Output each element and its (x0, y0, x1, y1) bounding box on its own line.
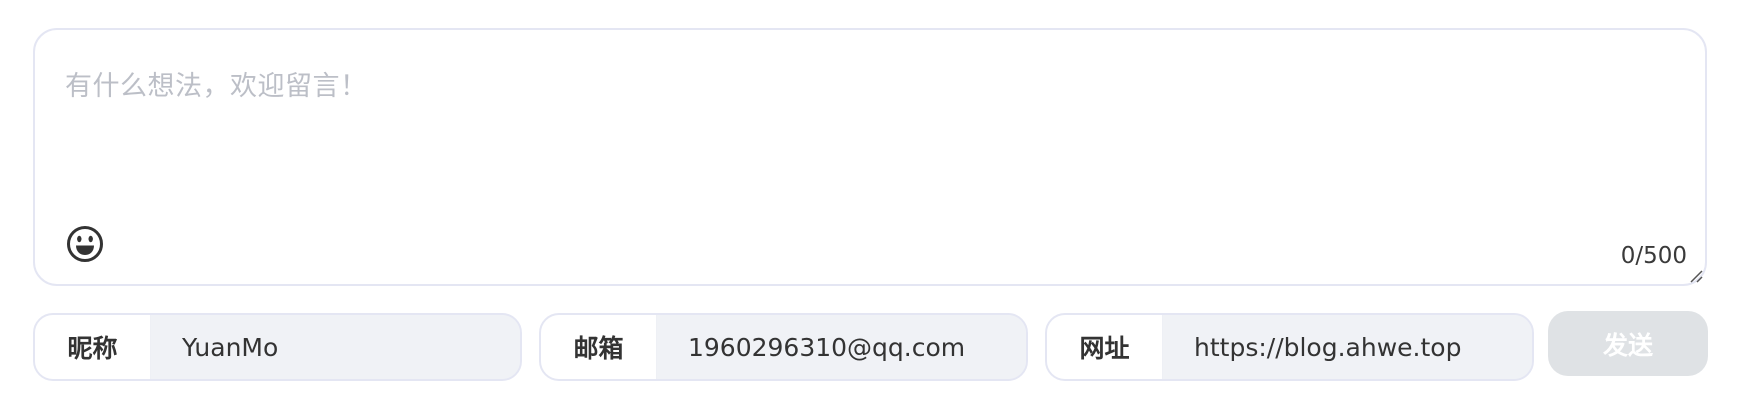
nickname-input[interactable]: YuanMo (151, 315, 520, 379)
website-label: 网址 (1047, 315, 1163, 379)
email-input[interactable]: 1960296310@qq.com (657, 315, 1026, 379)
nickname-field[interactable]: 昵称 YuanMo (33, 313, 522, 381)
resize-handle-icon[interactable] (1689, 268, 1703, 283)
nickname-label: 昵称 (35, 315, 151, 379)
comment-placeholder[interactable]: 有什么想法，欢迎留言！ (65, 64, 368, 103)
website-input[interactable]: https://blog.ahwe.top (1163, 315, 1532, 379)
comment-form: 有什么想法，欢迎留言！ 0/500 昵称 YuanMo 邮箱 196029631… (0, 0, 1746, 412)
comment-textarea-container[interactable]: 有什么想法，欢迎留言！ 0/500 (33, 28, 1707, 286)
character-counter: 0/500 (1620, 243, 1687, 269)
email-field[interactable]: 邮箱 1960296310@qq.com (539, 313, 1028, 381)
email-label: 邮箱 (541, 315, 657, 379)
send-button[interactable]: 发送 (1548, 311, 1708, 376)
website-field[interactable]: 网址 https://blog.ahwe.top (1045, 313, 1534, 381)
smile-emoji-icon[interactable] (65, 224, 105, 264)
